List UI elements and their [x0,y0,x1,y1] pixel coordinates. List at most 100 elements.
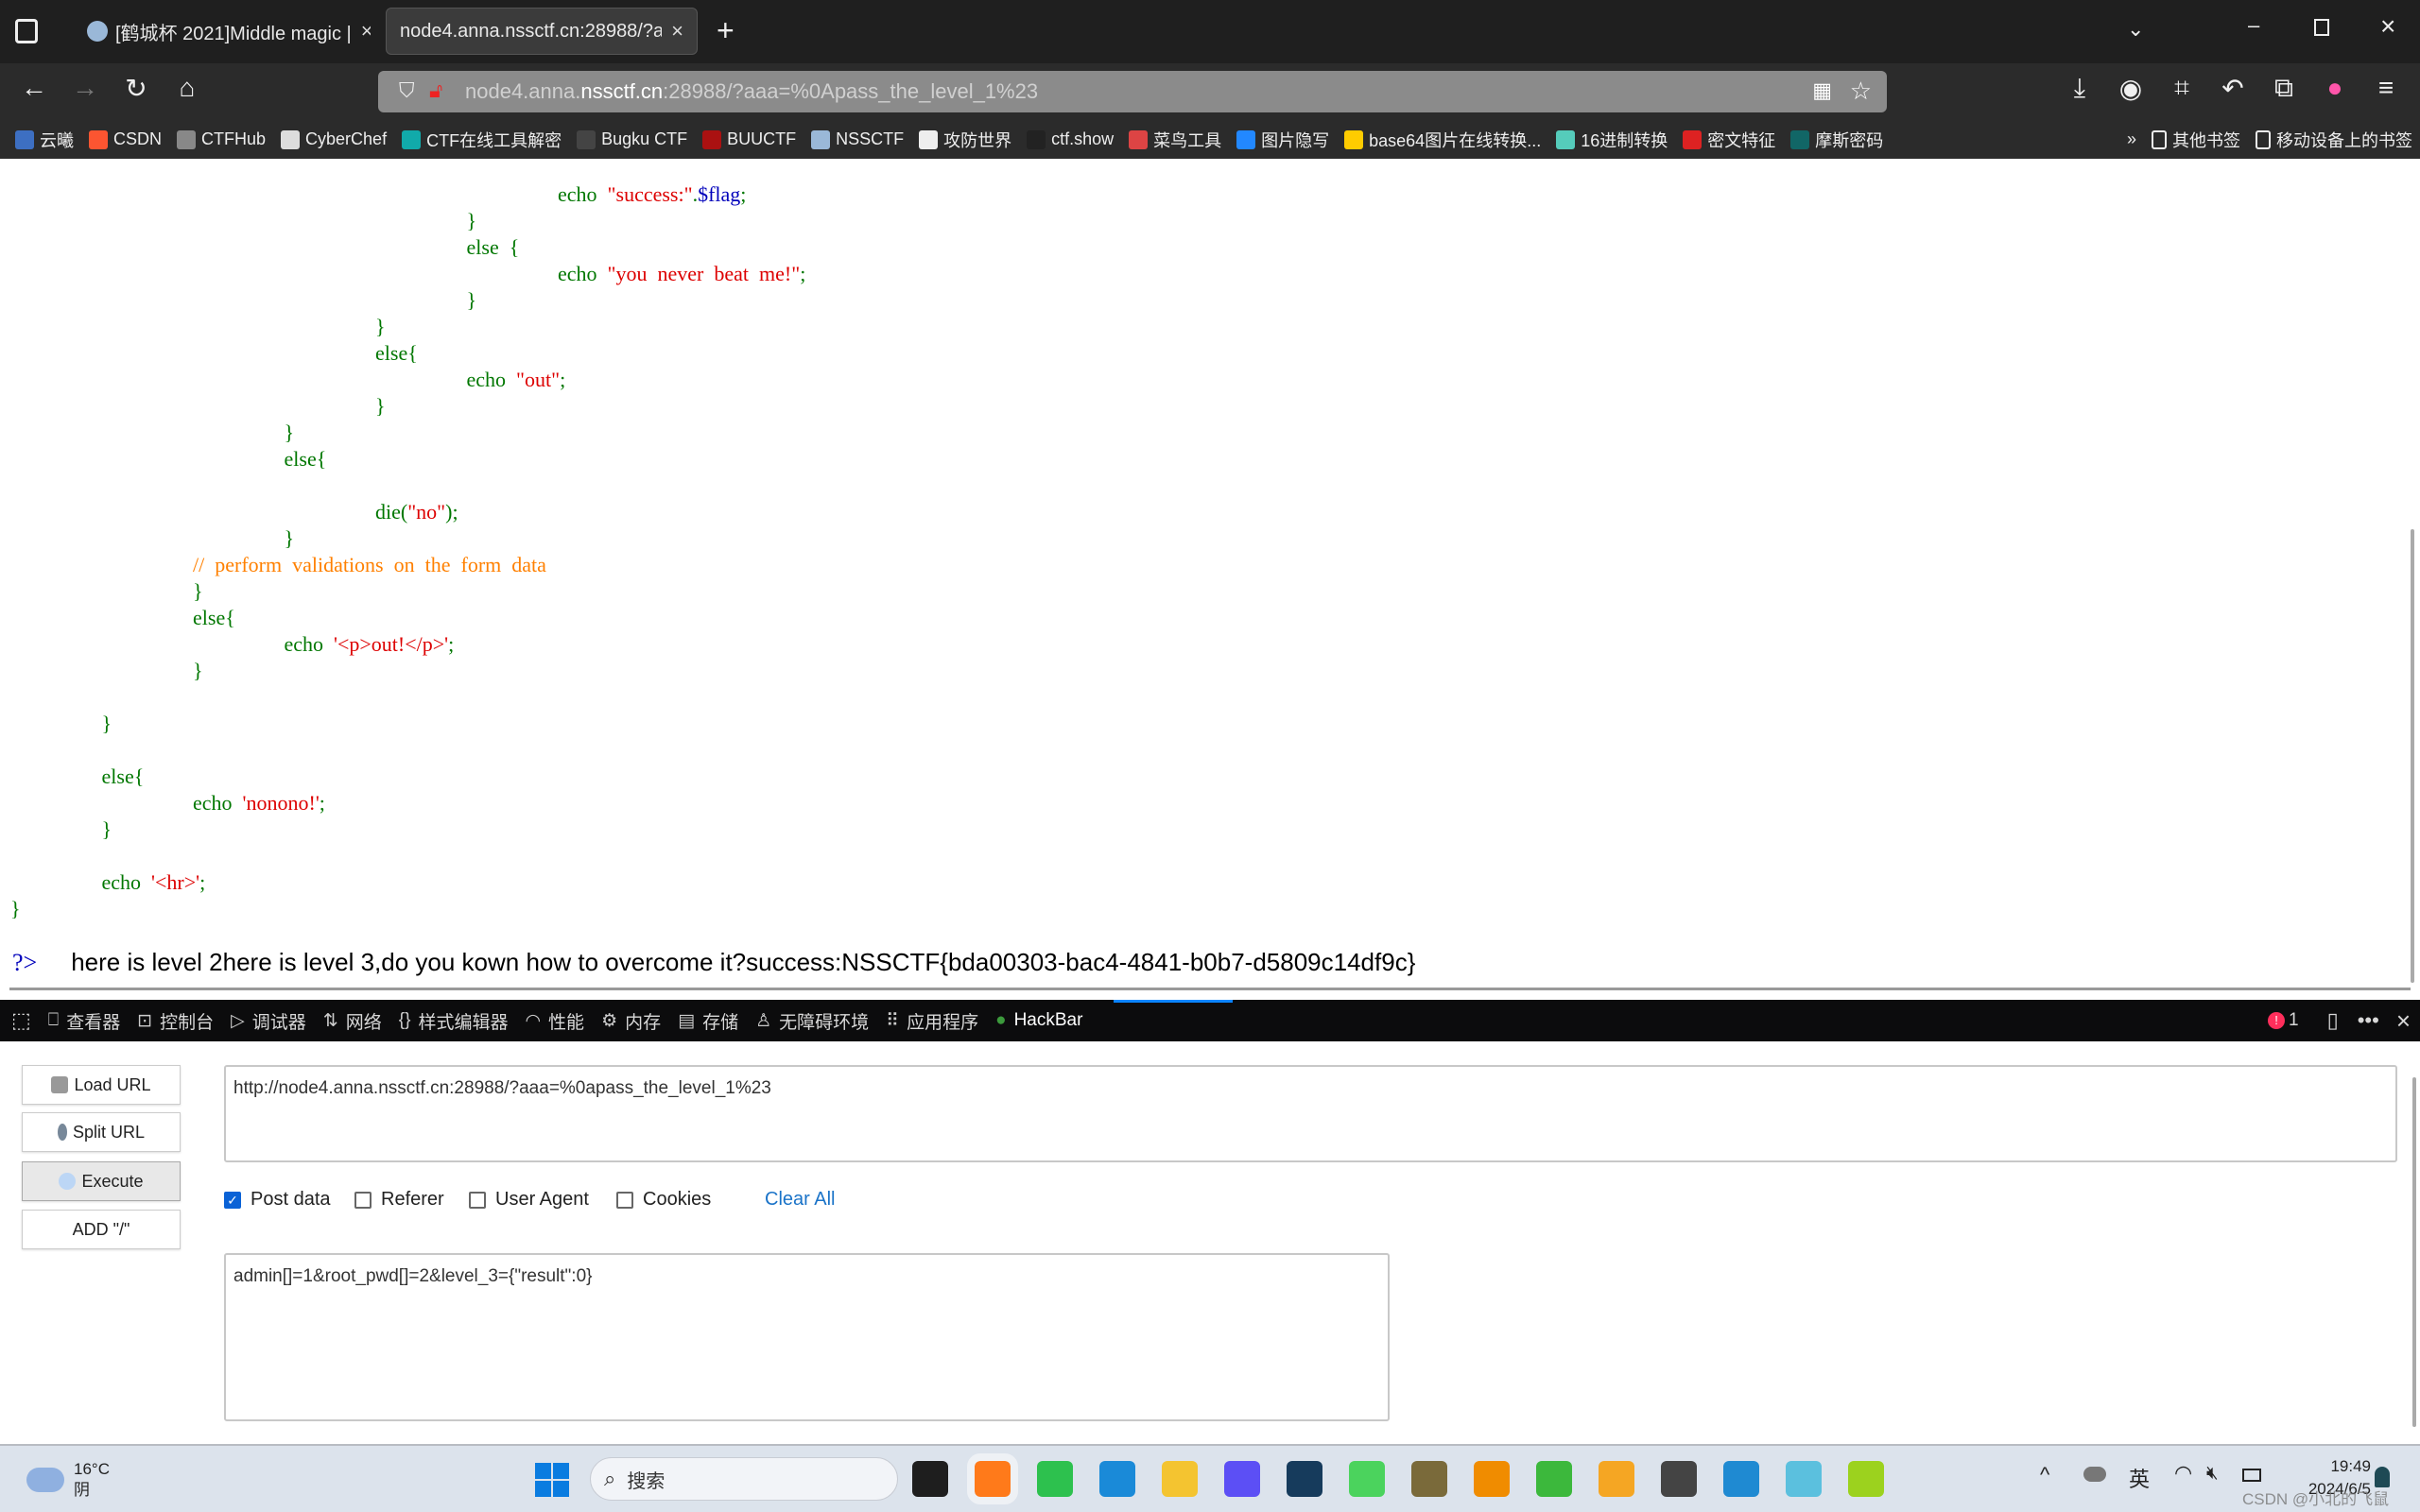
taskbar-app-icon[interactable] [1474,1461,1510,1497]
bookmark-item[interactable]: base64图片在线转换... [1344,128,1541,152]
url-textarea[interactable]: http://node4.anna.nssctf.cn:28988/?aaa=%… [224,1065,2397,1162]
bookmark-item[interactable]: CTFHub [177,129,266,149]
bookmark-item[interactable]: BUUCTF [702,129,796,149]
clear-all-link[interactable]: Clear All [765,1189,835,1211]
insecure-lock-icon[interactable]: 🔓︎ [429,78,442,103]
undo-icon[interactable]: ↶ [2214,73,2252,104]
close-tab-icon[interactable]: × [352,19,371,43]
devtools-tab[interactable]: ⠿ 应用程序 [886,1008,978,1034]
onedrive-icon[interactable] [2083,1467,2106,1482]
downloads-icon[interactable]: ⤓ [2061,73,2099,104]
account-icon[interactable]: ◉ [2112,73,2150,104]
bookmark-item[interactable]: CSDN [89,129,162,149]
notification-bell-icon[interactable] [2375,1467,2390,1487]
responsive-design-icon[interactable]: ▯ [2327,1008,2339,1033]
devtools-tab[interactable]: ⚙ 内存 [601,1008,661,1034]
taskbar-app-icon[interactable] [1599,1461,1634,1497]
bookmark-folder[interactable]: 移动设备上的书签 [2256,128,2412,152]
devtools-tab[interactable]: ⊡ 控制台 [137,1008,214,1034]
more-bookmarks-icon[interactable]: » [2127,129,2136,149]
taskbar-app-icon[interactable] [967,1453,1018,1504]
taskbar-app-icon[interactable] [1786,1461,1822,1497]
wifi-icon[interactable]: ◠ [2174,1461,2192,1486]
home-icon[interactable]: ⌂ [168,73,206,103]
taskbar-app-icon[interactable] [1536,1461,1572,1497]
bookmark-item[interactable]: CyberChef [281,129,387,149]
devtools-tab[interactable]: ◠ 性能 [525,1008,584,1034]
battery-icon[interactable] [2242,1469,2261,1482]
load-url-button[interactable]: Load URL [22,1065,181,1105]
devtools-tab[interactable]: ⇅ 网络 [323,1008,382,1034]
profile-avatar-icon[interactable]: ● [2316,73,2354,103]
element-picker-icon[interactable]: ⬚ [11,1008,31,1033]
bookmark-item[interactable]: 密文特征 [1683,128,1775,152]
bookmark-item[interactable]: 16进制转换 [1556,128,1668,152]
user-agent-checkbox[interactable]: User Agent [469,1189,589,1211]
taskbar-app-icon[interactable] [1411,1461,1447,1497]
show-hidden-icons[interactable]: ^ [2040,1463,2049,1487]
extensions-icon[interactable]: ⧉ [2265,73,2303,104]
menu-icon[interactable]: ≡ [2367,73,2405,103]
taskbar-app-icon[interactable] [912,1461,948,1497]
devtools-tab[interactable]: {} 样式编辑器 [399,1008,509,1034]
bookmark-item[interactable]: 攻防世界 [919,128,1011,152]
devtools-tab[interactable]: ● HackBar [995,1008,1082,1034]
post-data-textarea[interactable]: admin[]=1&root_pwd[]=2&level_3={"result"… [224,1253,1390,1421]
execute-button[interactable]: Execute [22,1161,181,1201]
taskbar-app-icon[interactable] [1349,1461,1385,1497]
taskbar-app-icon[interactable] [1848,1461,1884,1497]
page-scrollbar[interactable] [2411,529,2414,983]
taskbar-app-icon[interactable] [1162,1461,1198,1497]
tab-node4[interactable]: node4.anna.nssctf.cn:28988/?aaa × [386,8,698,55]
taskbar-app-icon[interactable] [1037,1461,1073,1497]
tab-overview-icon[interactable] [15,19,38,43]
taskbar-search[interactable]: ⌕ 搜索 [590,1457,898,1501]
minimize-button[interactable]: – [2248,13,2259,38]
bookmark-folder[interactable]: 其他书签 [2152,128,2240,152]
close-devtools-icon[interactable]: × [2396,1006,2411,1036]
bookmark-item[interactable]: 云曦 [15,128,74,152]
add-slash-button[interactable]: ADD "/" [22,1210,181,1249]
shield-icon[interactable]: ⛉ [399,78,415,103]
bookmark-item[interactable]: ctf.show [1027,129,1114,149]
hackbar-scrollbar[interactable] [2412,1077,2416,1427]
bookmark-item[interactable]: 摩斯密码 [1790,128,1883,152]
taskbar-app-icon[interactable] [1723,1461,1759,1497]
taskbar-app-icon[interactable] [1661,1461,1697,1497]
referer-checkbox[interactable]: Referer [354,1189,444,1211]
more-options-icon[interactable]: ••• [2358,1008,2379,1033]
devtools-tab[interactable]: ♙ 无障碍环境 [755,1008,869,1034]
cookies-checkbox[interactable]: Cookies [616,1189,711,1211]
back-icon[interactable]: ← [15,73,53,103]
bookmark-item[interactable]: CTF在线工具解密 [402,128,562,152]
close-tab-icon[interactable]: × [662,19,683,43]
error-badge[interactable]: ! 1 [2268,1010,2299,1031]
bookmark-item[interactable]: NSSCTF [811,129,904,149]
devtools-tab[interactable]: ⎕ 查看器 [48,1008,120,1034]
list-tabs-icon[interactable]: ⌄ [2127,17,2144,42]
restore-button[interactable] [2314,19,2329,36]
taskbar-app-icon[interactable] [1287,1461,1322,1497]
new-tab-button[interactable]: + [717,13,735,48]
taskbar-app-icon[interactable] [1099,1461,1135,1497]
forward-icon[interactable]: → [66,73,104,103]
volume-muted-icon[interactable]: 🔇︎ [2206,1463,2219,1485]
bookmark-item[interactable]: 图片隐写 [1236,128,1329,152]
reload-icon[interactable]: ↻ [117,73,155,104]
start-button[interactable] [535,1463,569,1497]
bookmark-item[interactable]: 菜鸟工具 [1129,128,1221,152]
ime-indicator[interactable]: 英 [2129,1463,2150,1493]
post-data-checkbox[interactable]: ✓ Post data [224,1189,331,1211]
screenshot-crop-icon[interactable]: ⌗ [2163,73,2201,104]
taskbar-app-icon[interactable] [1224,1461,1260,1497]
devtools-tab[interactable]: ▷ 调试器 [231,1008,306,1034]
devtools-tab[interactable]: ▤ 存储 [678,1008,738,1034]
bookmark-item[interactable]: Bugku CTF [577,129,687,149]
tab-middle-magic[interactable]: [鹤城杯 2021]Middle magic | × [74,8,371,55]
bookmark-star-icon[interactable]: ☆ [1850,77,1872,106]
qr-code-icon[interactable]: ▦ [1812,78,1832,103]
weather-widget[interactable]: 16°C 阴 [26,1459,110,1501]
close-window-button[interactable]: × [2380,11,2395,42]
address-bar[interactable]: ⛉ 🔓︎ node4.anna. nssctf.cn:28988/?aaa=%0A… [378,71,1887,112]
split-url-button[interactable]: Split URL [22,1112,181,1152]
